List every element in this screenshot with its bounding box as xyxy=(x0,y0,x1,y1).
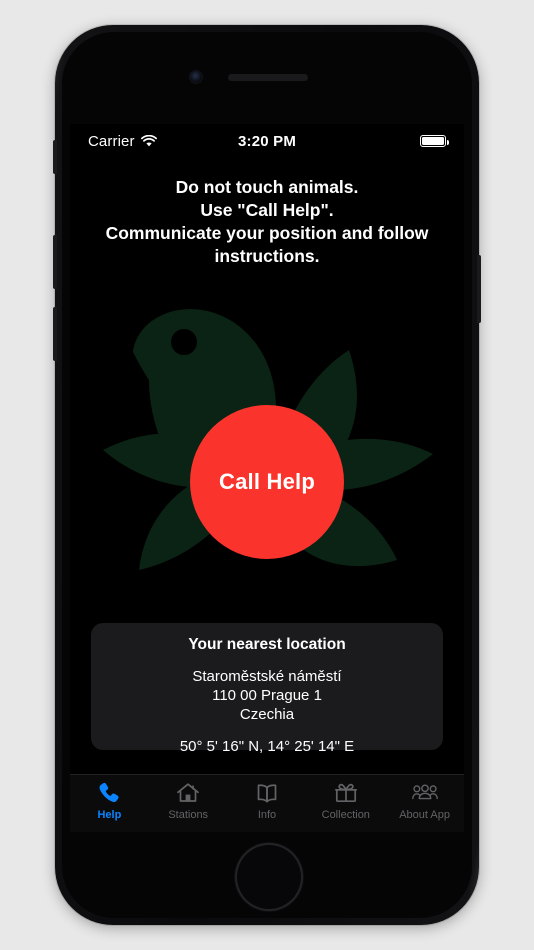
location-coordinates: 50° 5' 16" N, 14° 25' 14" E xyxy=(179,738,355,755)
people-icon xyxy=(411,784,438,800)
phone-screen: Carrier 3:20 PM Do not touch animals. Us… xyxy=(70,124,464,832)
instruction-line-1: Do not touch animals. xyxy=(175,177,359,197)
book-icon xyxy=(257,784,277,803)
tab-item-info[interactable]: Info xyxy=(228,780,307,822)
front-camera-icon xyxy=(190,71,202,83)
location-address: Staroměstské náměstí 110 00 Prague 1 Cze… xyxy=(105,667,429,724)
tab-item-help[interactable]: Help xyxy=(70,780,149,822)
status-bar: Carrier 3:20 PM xyxy=(70,124,464,158)
wifi-icon xyxy=(140,134,157,146)
bird-eye-icon xyxy=(171,329,197,355)
home-button[interactable] xyxy=(235,843,303,911)
volume-up-button[interactable] xyxy=(53,235,57,289)
tab-label-collection: Collection xyxy=(321,809,370,821)
earpiece-speaker xyxy=(228,74,308,81)
tab-bar: Help Stations Info Collection About App xyxy=(70,774,464,832)
status-bar-left: Carrier xyxy=(88,133,238,150)
tab-item-collection[interactable]: Collection xyxy=(306,780,385,822)
instruction-line-3: Communicate your position and follow xyxy=(105,223,429,243)
battery-icon xyxy=(420,135,449,147)
tab-item-about-app[interactable]: About App xyxy=(385,780,464,822)
mute-switch-button[interactable] xyxy=(53,140,57,174)
location-address-line-3: Czechia xyxy=(239,706,295,723)
tab-label-help: Help xyxy=(97,809,122,821)
call-help-button[interactable]: Call Help xyxy=(190,405,344,559)
nearest-location-card: Your nearest location Staroměstské náměs… xyxy=(91,623,443,755)
tab-label-info: Info xyxy=(257,809,277,821)
instruction-line-2: Use "Call Help". xyxy=(200,200,334,220)
tab-item-stations[interactable]: Stations xyxy=(149,780,228,822)
house-icon xyxy=(177,783,200,802)
page-root: Carrier 3:20 PM Do not touch animals. Us… xyxy=(0,0,534,950)
phone-icon xyxy=(99,782,119,803)
carrier-label: Carrier xyxy=(88,132,135,150)
power-button[interactable] xyxy=(477,255,481,323)
instruction-text: Do not touch animals. Use "Call Help". C… xyxy=(84,176,450,268)
location-address-line-2: 110 00 Prague 1 xyxy=(212,687,322,704)
tab-label-about-app: About App xyxy=(399,809,450,821)
instruction-line-4: instructions. xyxy=(214,246,320,266)
status-bar-right xyxy=(296,135,449,147)
gift-icon xyxy=(334,783,357,803)
location-card-title: Your nearest location xyxy=(188,636,346,653)
location-address-line-1: Staroměstské náměstí xyxy=(192,668,342,685)
status-time: 3:20 PM xyxy=(237,132,297,150)
volume-down-button[interactable] xyxy=(53,307,57,361)
tab-label-stations: Stations xyxy=(168,809,209,821)
